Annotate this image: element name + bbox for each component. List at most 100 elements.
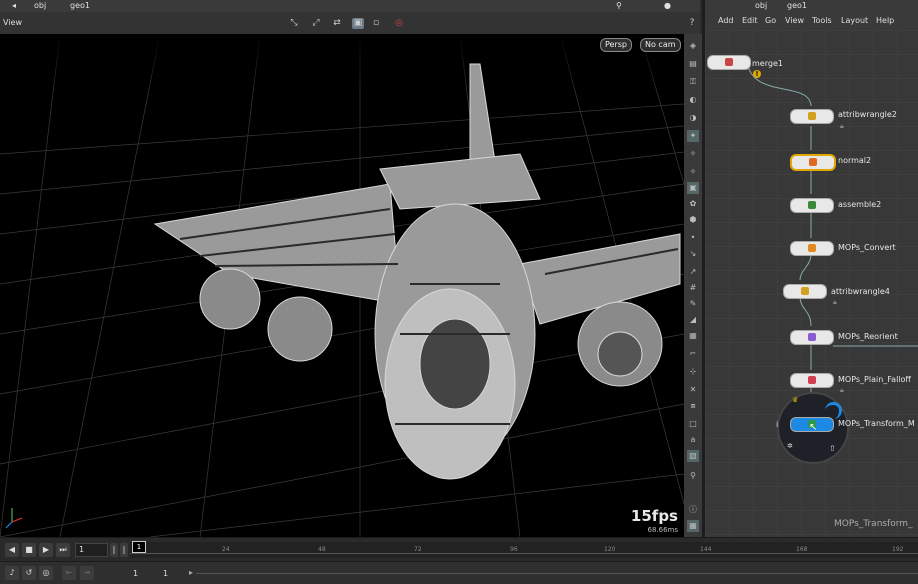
loop-icon[interactable]: ↺ [22,566,36,580]
audio-icon[interactable]: ♪ [5,566,19,580]
range-start-field[interactable]: 1 [133,569,138,578]
record-icon[interactable]: ◎ [393,18,405,29]
range-slider[interactable] [196,573,918,574]
grid-icon[interactable]: ▫ [370,18,382,29]
frame-marker[interactable]: 1 [132,541,146,553]
stop-icon[interactable]: ■ [22,543,36,557]
info-icon[interactable]: i [776,420,778,429]
realtime-icon[interactable]: ◎ [39,566,53,580]
light-icon[interactable]: ✦ [687,130,699,142]
scatter-icon[interactable]: ✕ [687,384,699,396]
3d-viewport[interactable]: Persp No cam 15fps 68.66ms [0,34,684,537]
ramp-icon[interactable]: ◢ [687,314,699,326]
bulb-icon[interactable]: ✧ [687,166,699,178]
path-root[interactable]: obj [751,0,771,12]
play-backward-icon[interactable]: ◀ [5,543,19,557]
node-merge1[interactable] [707,55,751,70]
shape-icon[interactable]: ✿ [687,198,699,210]
range-end-icon[interactable]: ⇥ [80,566,94,580]
camera-persp-menu[interactable]: Persp [600,38,632,52]
image-icon[interactable]: ▧ [687,450,699,462]
step-forward-icon[interactable]: | [120,543,128,557]
lock-camera-icon[interactable]: ⚿ [687,76,699,88]
snap-icon[interactable]: ⇄ [331,18,343,29]
pin-icon[interactable]: ⚲ [612,0,626,12]
timeline-scrubber[interactable]: 1 24 48 72 96 120 144 168 192 [130,541,918,558]
warning-icon[interactable]: ! [753,70,761,78]
play-icon[interactable]: ▶ [39,543,53,557]
flag-icon[interactable]: ♛ [792,396,798,404]
menu-help[interactable]: Help [876,16,894,25]
pen-icon[interactable]: ✎ [687,298,699,310]
range-start-icon[interactable]: ⇤ [62,566,76,580]
shading-icon[interactable]: ◐ [687,94,699,106]
menu-tools[interactable]: Tools [812,16,832,25]
node-label: attribwrangle4 [831,287,890,296]
node-mops-reorient[interactable] [790,330,834,345]
node-attribwrangle4[interactable] [783,284,827,299]
back-icon[interactable]: ◂ [8,0,20,12]
node-label: assemble2 [838,200,882,209]
menu-layout[interactable]: Layout [841,16,868,25]
transform-icon[interactable]: ⤢ [310,18,322,29]
pin-icon[interactable]: ⚲ [687,470,699,482]
normals-icon[interactable]: ↗ [687,266,699,278]
text-icon[interactable]: a [687,434,699,446]
link-icon[interactable]: ● [660,0,675,12]
wire-icon[interactable]: ▤ [687,58,699,70]
range-end-field[interactable]: 1 [163,569,168,578]
vector-icon[interactable]: ↘ [687,248,699,260]
node-label: normal2 [838,156,872,165]
menu-go[interactable]: Go [765,16,776,25]
box-icon[interactable]: ▦ [687,330,699,342]
square-icon[interactable]: □ [687,418,699,430]
help-icon[interactable]: ? [686,18,698,29]
node-mops-convert[interactable] [790,241,834,256]
backface-icon[interactable]: ◑ [687,112,699,124]
shape-icon[interactable]: ⬢ [687,214,699,226]
tick-label: 72 [414,546,422,553]
lock-icon[interactable]: 🔒︎ [840,122,844,131]
jump-end-icon[interactable]: ⏭ [56,543,70,557]
path-node[interactable]: geo1 [66,0,94,12]
node-label: MOPs_Plain_Falloff [838,375,911,384]
node-normal2[interactable] [790,154,836,171]
current-frame-field[interactable]: 1 [75,543,108,557]
path-node[interactable]: geo1 [783,0,811,12]
ghost-icon[interactable]: ◈ [687,40,699,52]
display-options-icon[interactable]: ▣ [352,18,364,29]
point-icon[interactable]: • [687,232,699,244]
measure-icon[interactable]: ⊹ [687,366,699,378]
frame-icon[interactable]: ⧈ [687,400,699,412]
viewer-path-bar: ◂ obj geo1 ⚲ ● [0,0,700,12]
up-arrow-icon[interactable]: ⇧ [829,444,836,453]
numbers-icon[interactable]: # [687,282,699,294]
step-back-icon[interactable]: | [110,543,118,557]
mouse-cursor-icon: ↖ [809,422,818,433]
camera-icon[interactable]: ▣ [687,182,699,194]
menu-edit[interactable]: Edit [742,16,758,25]
path-root[interactable]: obj [30,0,50,12]
menu-view[interactable]: View [785,16,804,25]
node-mops-plain-falloff[interactable] [790,373,834,388]
layout-icon[interactable]: ▦ [687,520,699,532]
playback-range-bar: ♪ ↺ ◎ ⇤ ⇥ 1 1 ▸ [0,561,918,584]
bulb-icon[interactable]: ✧ [687,148,699,160]
bypass-icon[interactable]: ✲ [787,442,793,450]
range-slider-handle[interactable]: ▸ [189,568,193,577]
handle-icon[interactable]: ⌐ [687,348,699,360]
axis-gizmo [5,508,23,529]
lock-icon[interactable]: 🔒︎ [840,386,844,395]
node-label: attribwrangle2 [838,110,897,119]
camera-menu[interactable]: No cam [640,38,681,52]
airplane-model [153,63,681,480]
tick-label: 96 [510,546,518,553]
menu-add[interactable]: Add [718,16,734,25]
select-icon[interactable]: ⤡ [288,18,300,29]
info-icon[interactable]: ⓘ [687,504,699,516]
lock-icon[interactable]: 🔒︎ [833,298,837,307]
node-attribwrangle2[interactable] [790,109,834,124]
network-editor[interactable]: merge1 ! attribwrangle2 🔒︎ normal2 assem… [705,30,918,537]
tick-label: 144 [700,546,712,553]
node-assemble2[interactable] [790,198,834,213]
